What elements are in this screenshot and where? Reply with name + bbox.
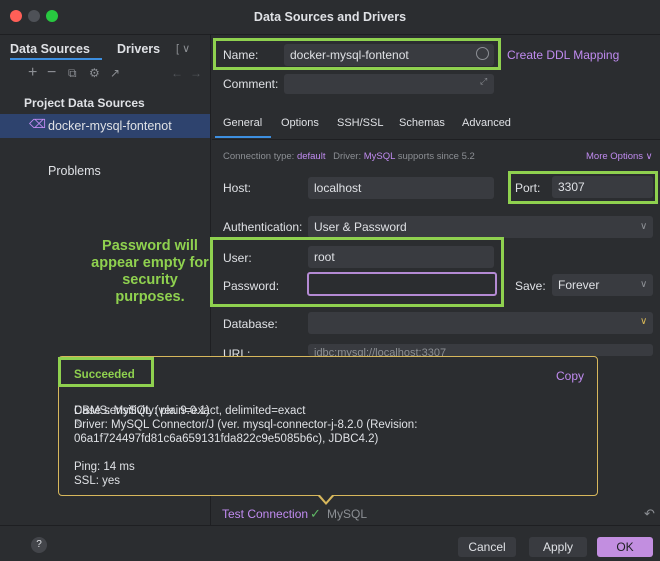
- tab-divider: [212, 139, 660, 140]
- active-tab-indicator: [10, 58, 102, 60]
- tab-general[interactable]: General: [223, 117, 262, 129]
- back-icon[interactable]: ←: [171, 66, 183, 80]
- general-tab-indicator: [215, 136, 271, 138]
- tab-data-sources[interactable]: Data Sources: [10, 42, 90, 56]
- database-select[interactable]: [308, 312, 653, 334]
- comment-label: Comment:: [223, 77, 279, 91]
- comment-field[interactable]: [284, 74, 494, 94]
- popup-details: Case sensitivity: plain=exact, delimited…: [74, 405, 418, 487]
- add-icon[interactable]: +: [28, 64, 37, 82]
- save-label: Save:: [515, 279, 546, 293]
- name-value: docker-mysql-fontenot: [290, 48, 409, 62]
- save-chevron-icon: ∨: [640, 279, 648, 290]
- conn-type-label: Connection type:: [223, 151, 295, 162]
- host-label: Host:: [223, 181, 252, 195]
- password-field[interactable]: [307, 272, 497, 296]
- more-options-link[interactable]: More Options ∨: [586, 151, 653, 162]
- forward-icon[interactable]: →: [190, 66, 202, 80]
- problems-item[interactable]: Problems: [48, 164, 101, 178]
- help-button[interactable]: ?: [31, 537, 47, 553]
- connection-info: Connection type: default Driver: MySQL s…: [223, 151, 475, 162]
- tab-options[interactable]: Options: [281, 117, 319, 129]
- driver-note: supports since 5.2: [397, 151, 475, 162]
- duplicate-icon[interactable]: ⧉: [68, 66, 77, 81]
- data-source-name: docker-mysql-fontenot: [48, 119, 172, 133]
- test-connection-link[interactable]: Test Connection: [222, 507, 308, 521]
- apply-button[interactable]: Apply: [529, 537, 587, 557]
- port-value: 3307: [558, 180, 585, 194]
- authentication-label: Authentication:: [223, 220, 303, 234]
- save-value: Forever: [558, 278, 600, 292]
- tab-drivers[interactable]: Drivers: [117, 42, 160, 56]
- tab-ssh-ssl[interactable]: SSH/SSL: [337, 117, 383, 129]
- cancel-button[interactable]: Cancel: [458, 537, 516, 557]
- user-value: root: [314, 250, 335, 264]
- color-circle-icon[interactable]: [476, 47, 489, 60]
- url-value: jdbc:mysql://localhost:3307: [314, 347, 447, 356]
- more-tabs-dropdown[interactable]: [ ∨: [176, 42, 190, 55]
- settings-icon[interactable]: ⚙: [89, 66, 100, 80]
- expand-icon[interactable]: ⤢: [480, 76, 487, 87]
- host-value: localhost: [314, 181, 362, 195]
- undo-icon[interactable]: ↶: [644, 506, 655, 522]
- url-label: URL:: [223, 347, 251, 356]
- user-label: User:: [223, 251, 252, 265]
- window-title: Data Sources and Drivers: [253, 10, 407, 24]
- datasource-icon: ⌫: [29, 117, 46, 131]
- chevron-down-icon: ∨: [640, 221, 648, 232]
- conn-type-value[interactable]: default: [297, 151, 326, 162]
- check-icon: ✓: [310, 506, 321, 521]
- jump-to-source-icon[interactable]: ↗: [110, 66, 120, 80]
- tab-advanced[interactable]: Advanced: [462, 117, 511, 129]
- section-title: Project Data Sources: [24, 96, 145, 110]
- status-text: Succeeded: [74, 369, 135, 381]
- annotation-note: Password will appear empty for security …: [91, 238, 209, 305]
- port-label: Port:: [515, 181, 541, 195]
- authentication-value: User & Password: [314, 220, 407, 234]
- popup-pointer-inner: [320, 495, 332, 502]
- remove-icon[interactable]: −: [47, 64, 56, 82]
- driver-value[interactable]: MySQL: [364, 151, 395, 162]
- database-chevron-icon: ∨: [640, 316, 648, 327]
- name-label: Name:: [223, 48, 259, 62]
- user-field[interactable]: [308, 246, 494, 268]
- password-label: Password:: [223, 279, 280, 293]
- copy-link[interactable]: Copy: [556, 369, 584, 383]
- database-label: Database:: [223, 317, 278, 331]
- ok-button[interactable]: OK: [597, 537, 653, 557]
- driver-label: Driver:: [333, 151, 362, 162]
- tab-schemas[interactable]: Schemas: [399, 117, 445, 129]
- create-ddl-mapping-link[interactable]: Create DDL Mapping: [507, 48, 619, 62]
- test-driver-name: MySQL: [327, 507, 368, 521]
